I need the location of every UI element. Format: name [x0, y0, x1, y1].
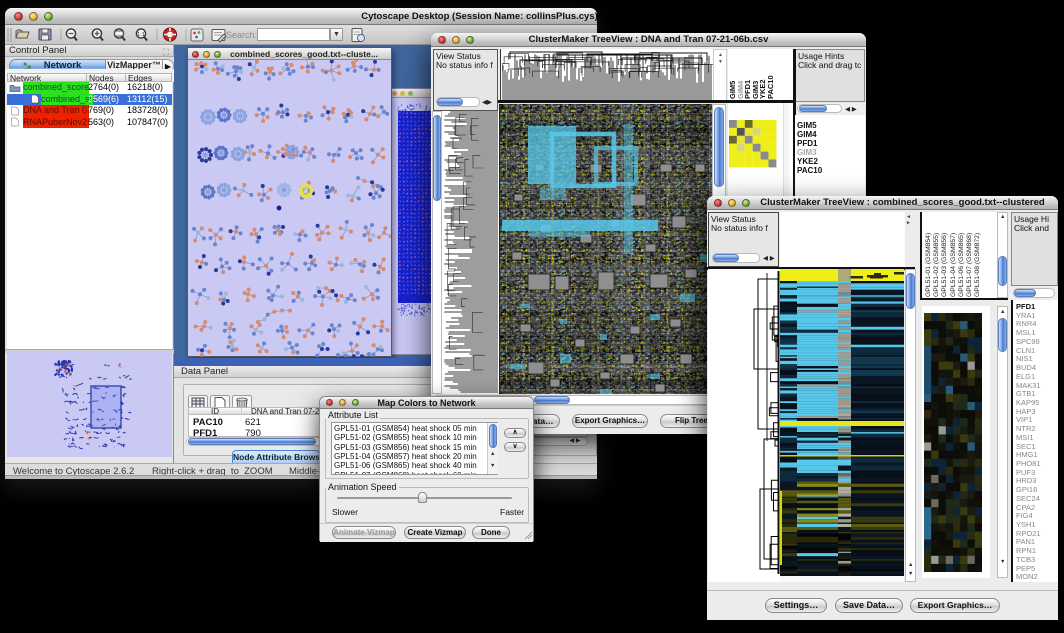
- svg-text:1:1: 1:1: [137, 32, 145, 38]
- svg-text:Search:: Search:: [226, 30, 257, 40]
